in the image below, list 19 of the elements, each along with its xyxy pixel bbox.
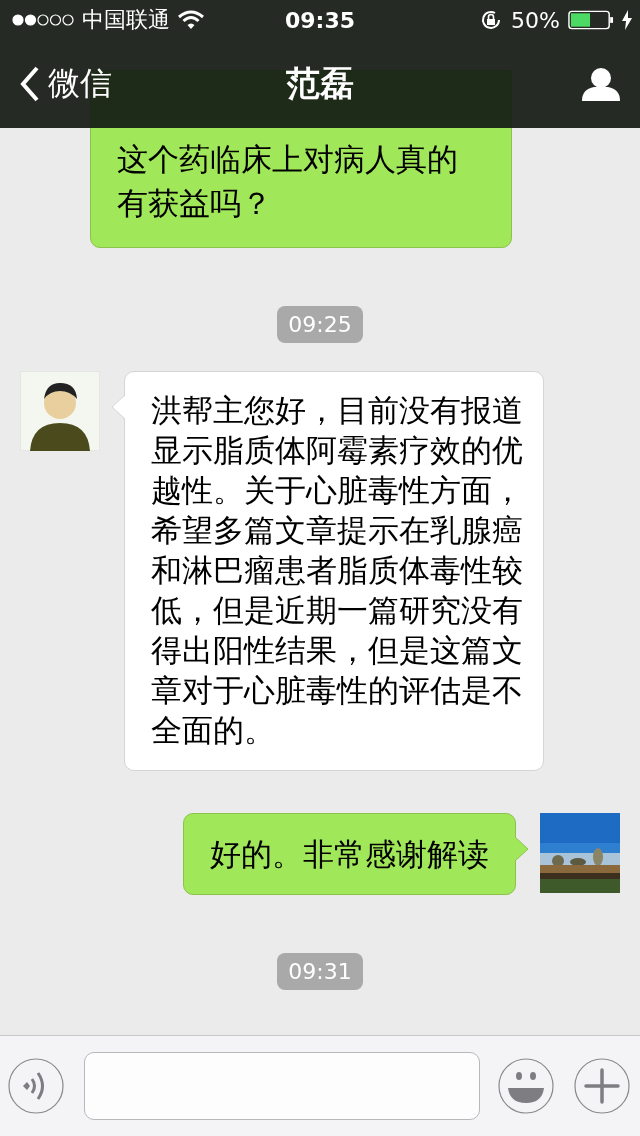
message-bubble[interactable]: 洪帮主您好，目前没有报道显示脂质体阿霉素疗效的优越性。关于心脏毒性方面，希望多篇文章提示在乳腺癌和淋巴瘤患者脂质体毒性较低，但是近期一篇研究没有得出阳性结果，但是这篇文章对于心脏毒性的评估是不全面的。 [124,371,544,771]
emoji-button[interactable] [498,1058,554,1114]
battery-icon [568,10,614,30]
timestamp: 09:31 [277,953,363,990]
profile-icon[interactable] [582,67,620,101]
add-button[interactable] [574,1058,630,1114]
carrier-name: 中国联通 [82,6,170,34]
bubble-tail [515,837,528,861]
message-input[interactable] [84,1052,480,1120]
wifi-icon [178,10,204,30]
battery-percent: 50% [511,7,560,33]
clock-time: 09:35 [285,7,355,33]
avatar[interactable] [20,371,100,451]
signal-icon [12,13,74,27]
message-bubble[interactable]: 好的。非常感谢解读 [183,813,516,895]
charging-icon [622,10,632,30]
timestamp: 09:25 [277,306,363,343]
chevron-icon [20,66,40,102]
voice-button[interactable] [8,1058,64,1114]
